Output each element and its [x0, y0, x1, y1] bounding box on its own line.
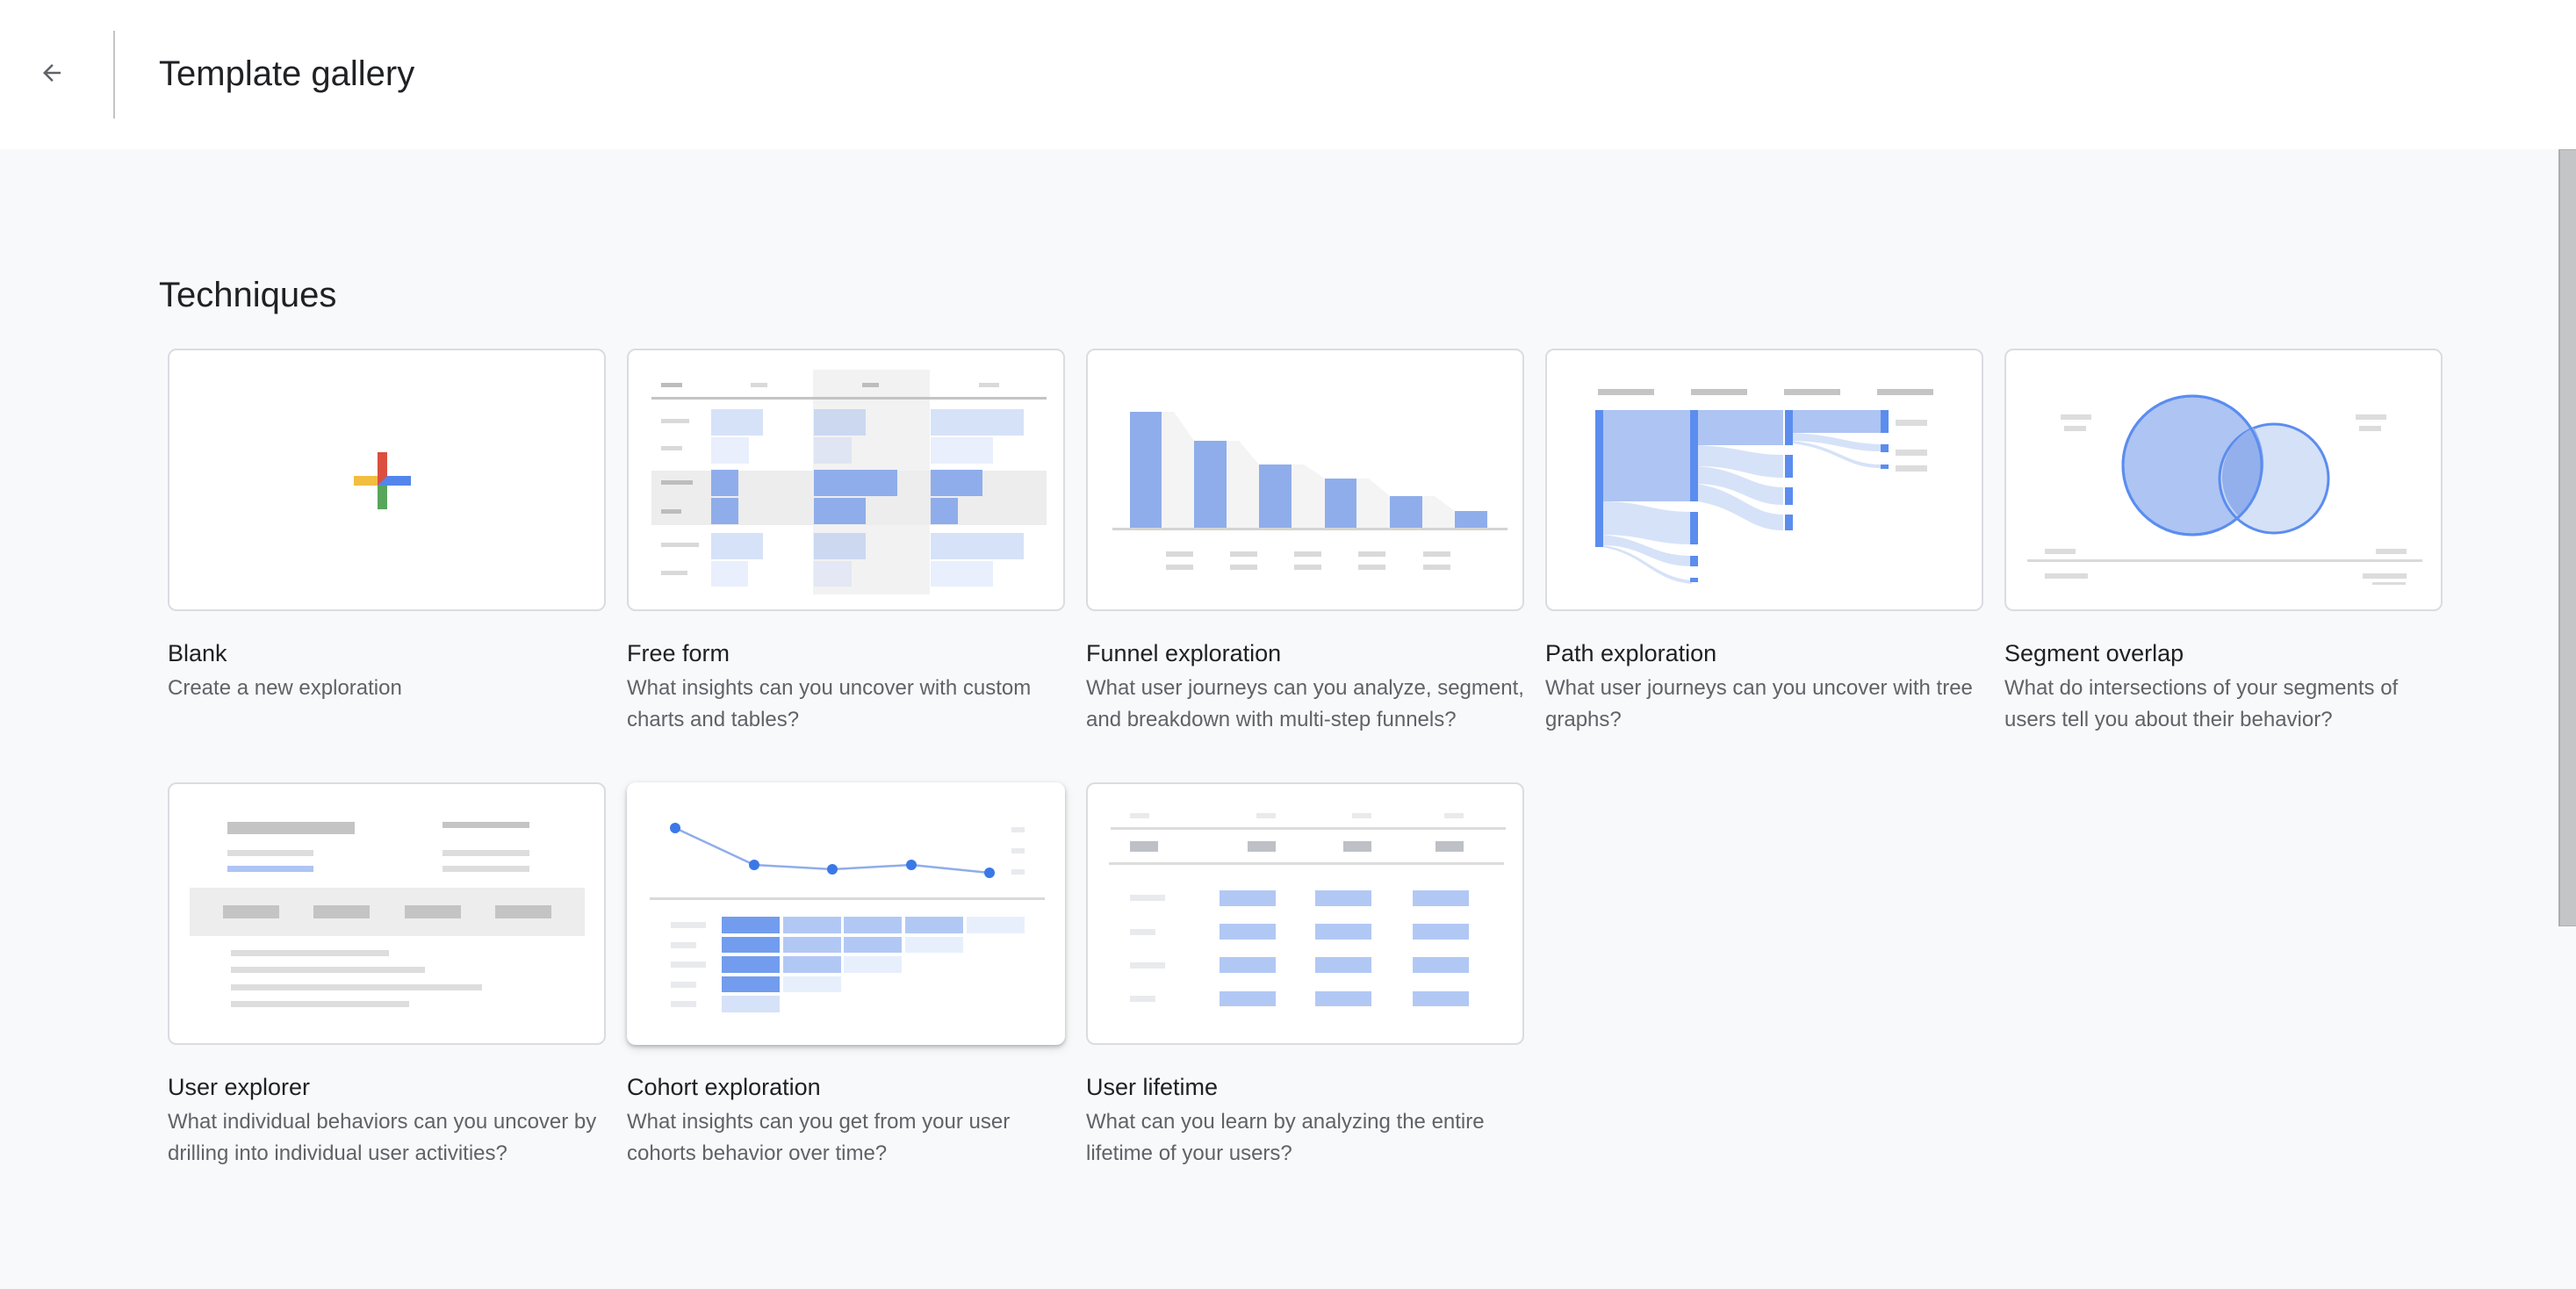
- back-button[interactable]: [25, 48, 78, 101]
- template-thumbnail[interactable]: [1545, 349, 1983, 611]
- cohort-grid-thumbnail: [650, 823, 1045, 1012]
- vertical-scrollbar[interactable]: [2558, 149, 2576, 1289]
- table-chart-thumbnail: [651, 370, 1047, 594]
- template-card-funnel[interactable]: Funnel exploration What user journeys ca…: [1086, 349, 1524, 736]
- tree-graph-thumbnail: [1595, 389, 1933, 584]
- template-title: User lifetime: [1086, 1074, 1219, 1100]
- funnel-chart-thumbnail: [1112, 412, 1507, 570]
- template-description: What can you learn by analyzing the enti…: [1086, 1110, 1485, 1165]
- template-title: Segment overlap: [2004, 640, 2184, 666]
- template-description: What do intersections of your segments o…: [2004, 676, 2399, 731]
- page-title: Template gallery: [159, 54, 415, 93]
- template-card-path[interactable]: Path exploration What user journeys can …: [1545, 349, 1983, 736]
- template-description: What insights can you get from your user…: [627, 1110, 1011, 1165]
- template-thumbnail[interactable]: [1086, 349, 1524, 611]
- venn-diagram-thumbnail: [2027, 394, 2422, 585]
- template-thumbnail[interactable]: [627, 782, 1065, 1045]
- section-title: Techniques: [159, 276, 337, 314]
- top-app-bar: Template gallery: [0, 0, 2576, 149]
- lifetime-table-thumbnail: [1109, 813, 1506, 1006]
- template-description: What user journeys can you analyze, segm…: [1086, 676, 1524, 731]
- template-card-user-explorer[interactable]: User explorer What individual behaviors …: [168, 782, 606, 1170]
- template-thumbnail[interactable]: [627, 349, 1065, 611]
- colored-plus-icon: [354, 452, 411, 509]
- template-description: What user journeys can you uncover with …: [1545, 676, 1973, 731]
- template-card-blank[interactable]: Blank Create a new exploration: [168, 349, 606, 704]
- template-description: Create a new exploration: [168, 676, 402, 700]
- header-divider: [113, 31, 115, 119]
- user-profile-thumbnail: [190, 822, 585, 1007]
- template-title: Funnel exploration: [1086, 640, 1282, 666]
- template-card-segment-overlap[interactable]: Segment overlap What do intersections of…: [2004, 349, 2443, 736]
- template-card-cohort[interactable]: Cohort exploration What insights can you…: [627, 782, 1065, 1170]
- template-title: Free form: [627, 640, 730, 666]
- template-card-user-lifetime[interactable]: User lifetime What can you learn by anal…: [1086, 782, 1524, 1170]
- template-title: Path exploration: [1545, 640, 1717, 666]
- template-thumbnail[interactable]: [168, 782, 606, 1045]
- template-description: What insights can you uncover with custo…: [627, 676, 1032, 731]
- template-description: What individual behaviors can you uncove…: [168, 1110, 597, 1165]
- template-thumbnail[interactable]: [168, 349, 606, 611]
- template-thumbnail[interactable]: [1086, 782, 1524, 1045]
- scrollbar-thumb[interactable]: [2558, 149, 2576, 926]
- template-thumbnail[interactable]: [2004, 349, 2443, 611]
- template-title: User explorer: [168, 1074, 311, 1100]
- template-card-free-form[interactable]: Free form What insights can you uncover …: [627, 349, 1065, 736]
- template-title: Blank: [168, 640, 227, 666]
- arrow-left-icon: [39, 60, 65, 90]
- template-title: Cohort exploration: [627, 1074, 821, 1100]
